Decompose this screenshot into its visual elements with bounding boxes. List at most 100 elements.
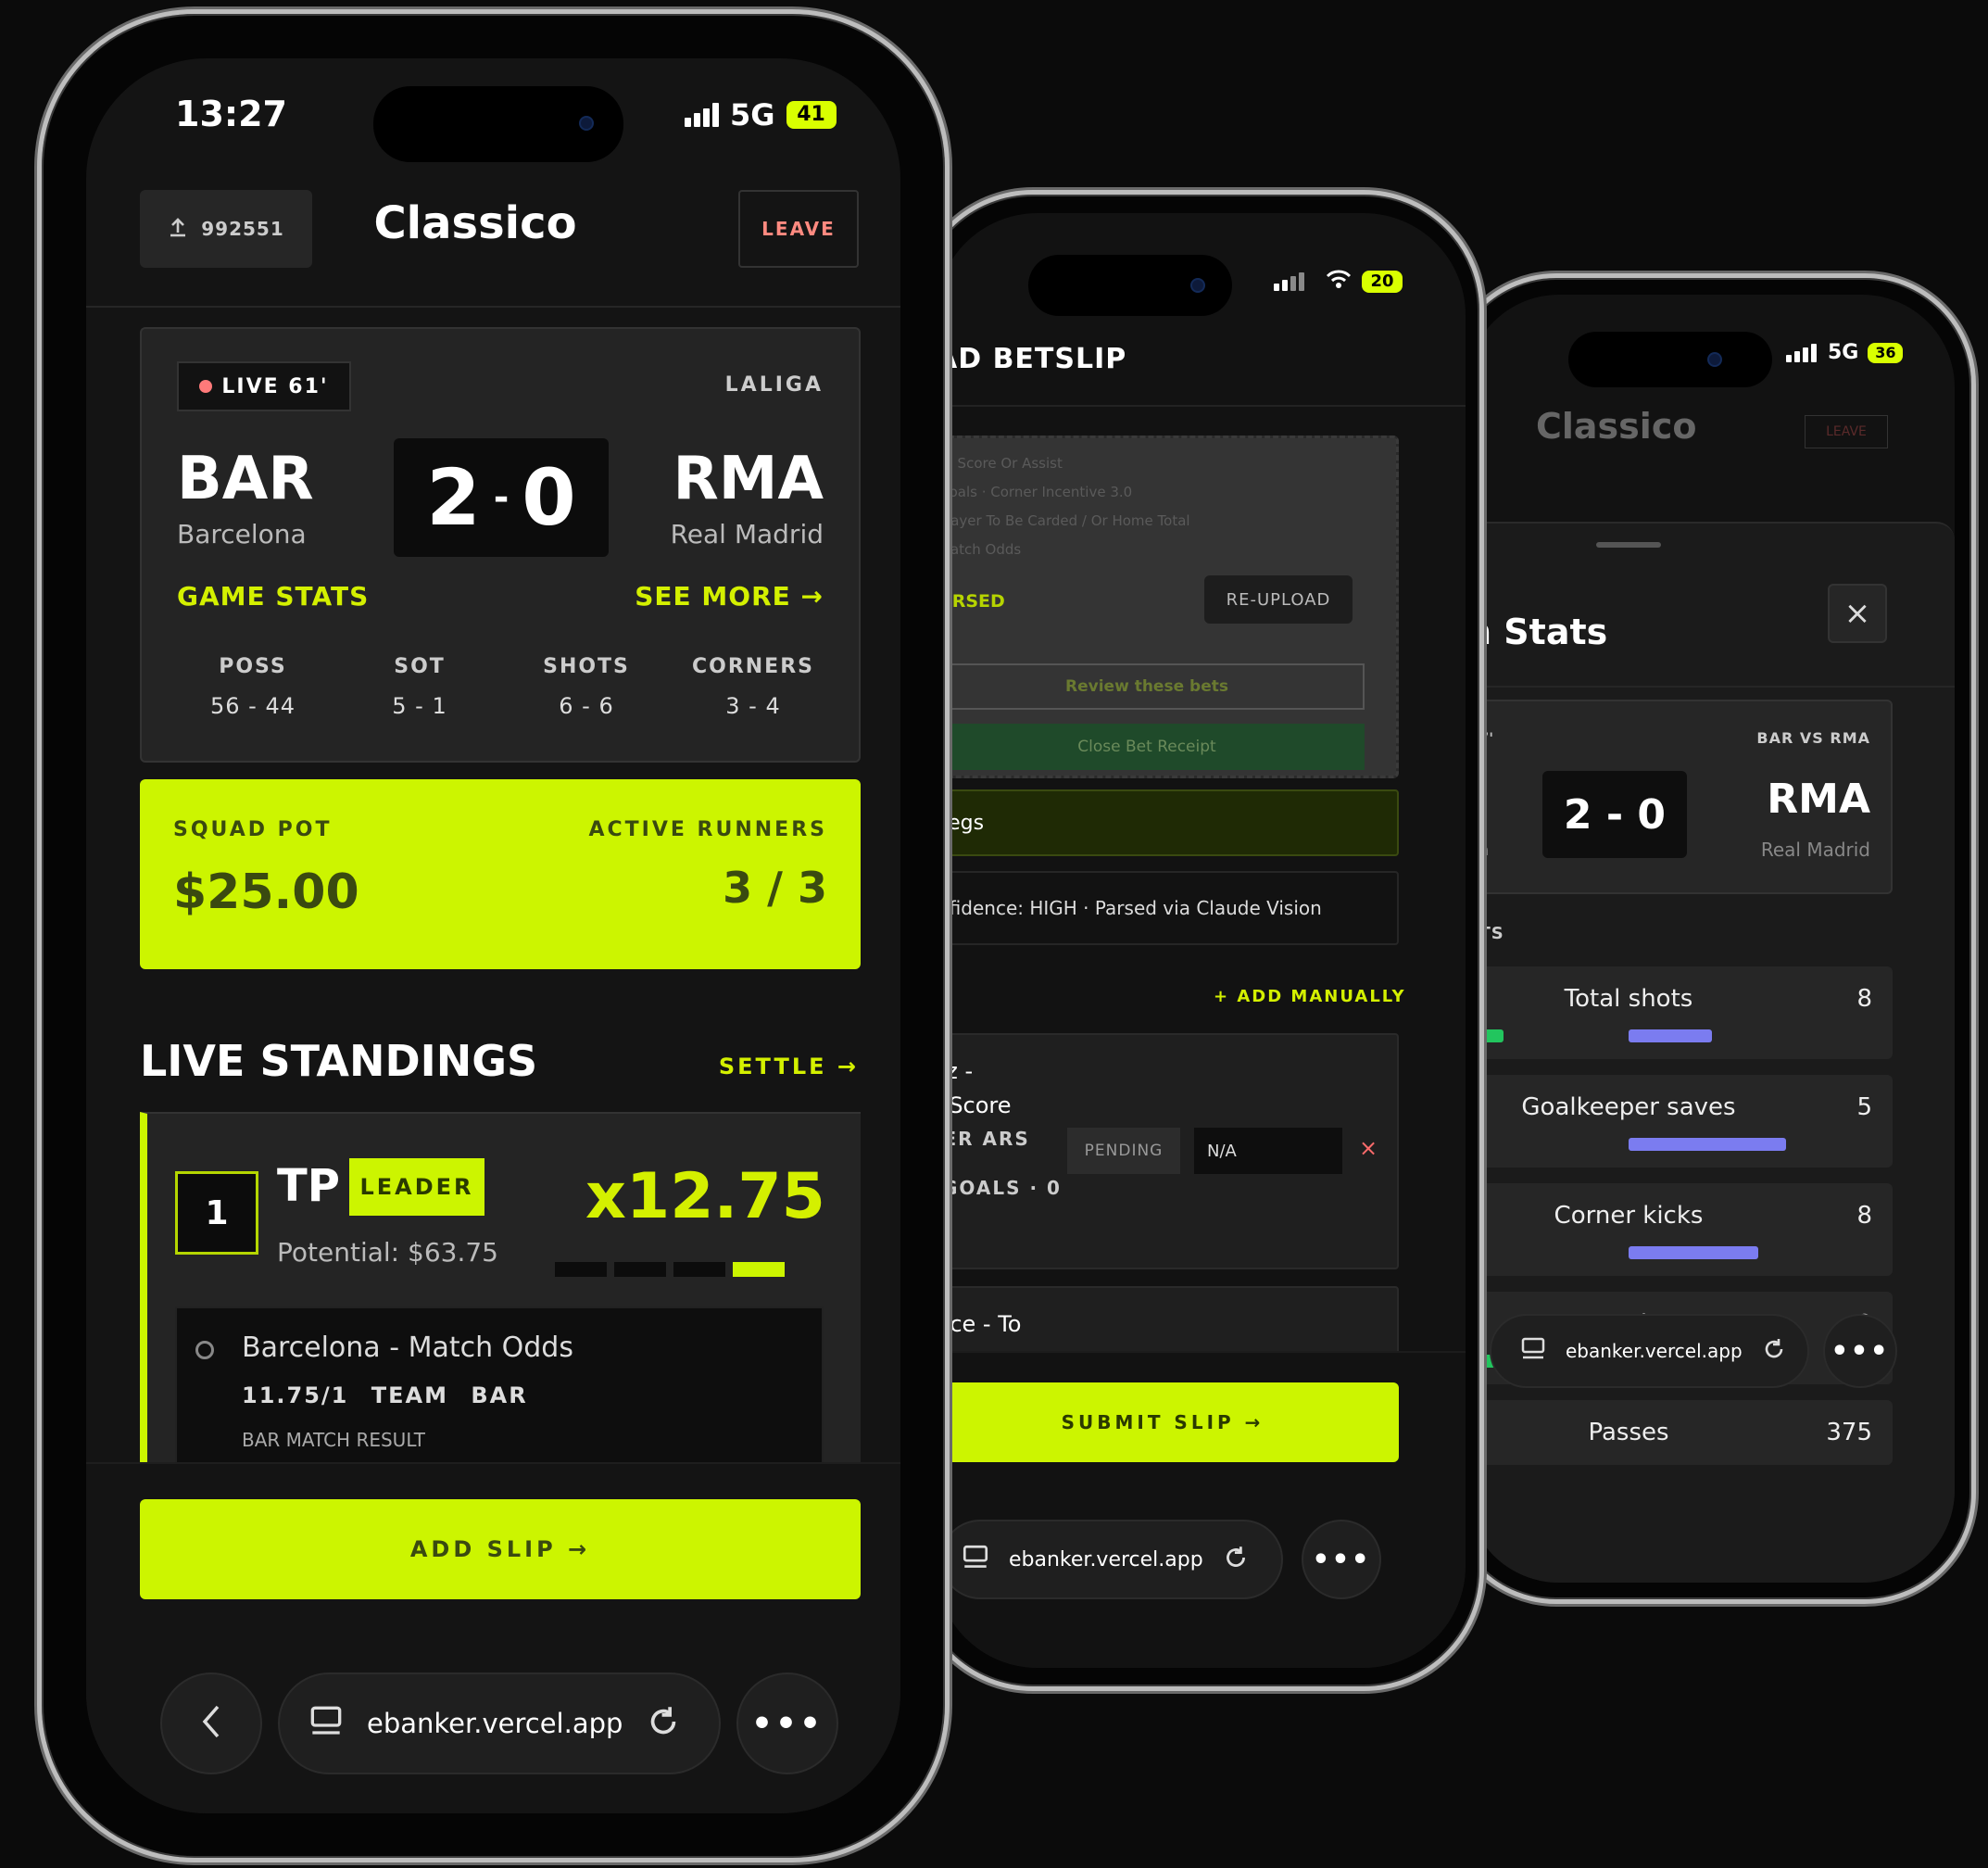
more-button[interactable]: •••: [736, 1672, 838, 1774]
tabs-icon: [308, 1703, 345, 1744]
live-dot-icon: [199, 380, 213, 393]
stat-label: SOT: [394, 655, 446, 678]
receipt-review-button: Review these bets: [936, 663, 1365, 710]
score-box: 2 - 0: [394, 438, 609, 557]
phone-stats-frame: 5G 36 Classico LEAVE n Stats × 87' BAR V…: [1445, 273, 1976, 1604]
phone-main-frame: 13:27 5G 41 992551 Classico LEAVE LIVE 6…: [37, 9, 950, 1862]
address-bar[interactable]: ebanker.vercel.app: [940, 1520, 1283, 1599]
network-label: 5G: [730, 97, 775, 133]
battery-icon: 20: [1362, 271, 1403, 293]
settle-link[interactable]: SETTLE →: [719, 1054, 859, 1079]
progress-segment: [673, 1262, 725, 1277]
stat-label: SHOTS: [543, 655, 630, 678]
reload-icon[interactable]: [1222, 1544, 1250, 1575]
stat-row: Total shots 8: [1466, 966, 1893, 1059]
submit-slip-button[interactable]: SUBMIT SLIP →: [936, 1382, 1399, 1462]
close-button[interactable]: ×: [1828, 584, 1887, 643]
squad-pot-value: $25.00: [173, 865, 359, 920]
status-time: 13:27: [175, 94, 287, 134]
leg-card: rtz - o Score YER ARS GOALS · 0 T PENDIN…: [936, 1033, 1399, 1269]
sheet-title-text: Stats: [1504, 612, 1608, 652]
league-label: LALIGA: [724, 373, 824, 397]
away-stat-bar: [1629, 1246, 1758, 1259]
stat-value: 5: [1856, 1093, 1872, 1121]
stat-value: 3 - 4: [725, 693, 781, 719]
bet-tag: TEAM: [371, 1382, 448, 1408]
reload-icon[interactable]: [645, 1703, 682, 1744]
more-button[interactable]: •••: [1302, 1520, 1381, 1599]
leg-result-input[interactable]: N/A: [1194, 1128, 1342, 1174]
active-runners-label: ACTIVE RUNNERS: [588, 818, 827, 841]
leg-line: GOALS · 0: [942, 1177, 1062, 1199]
phone-stats-screen: 5G 36 Classico LEAVE n Stats × 87' BAR V…: [1466, 295, 1955, 1583]
live-badge: LIVE 61': [177, 361, 351, 411]
progress-segment: [614, 1262, 666, 1277]
address-bar[interactable]: ebanker.vercel.app: [278, 1672, 721, 1774]
tabs-icon: [961, 1543, 990, 1576]
phone-betslip-screen: 20 AD BETSLIP To Score Or Assist Goals · …: [936, 213, 1466, 1668]
stat-column: SOT 5 - 1: [336, 655, 503, 719]
tabs-icon: [1519, 1335, 1547, 1367]
close-icon: ×: [1843, 595, 1871, 632]
more-icon: •••: [1831, 1334, 1890, 1368]
matchup-label: BAR VS RMA: [1756, 729, 1870, 747]
dynamic-island: [373, 86, 623, 162]
reload-icon[interactable]: [1761, 1336, 1787, 1366]
score-box: 2 - 0: [1542, 771, 1687, 858]
away-name: Real Madrid: [670, 519, 824, 549]
bg-leave-button: LEAVE: [1805, 415, 1888, 448]
score-separator: -: [493, 476, 510, 519]
stat-column: SHOTS 6 - 6: [503, 655, 670, 719]
game-stats-label: GAME STATS: [177, 581, 370, 612]
stat-label: Total shots: [1564, 985, 1693, 1013]
stat-value: 375: [1826, 1419, 1872, 1446]
away-score: 0: [522, 452, 576, 543]
remove-leg-icon[interactable]: ×: [1359, 1135, 1378, 1161]
address-bar[interactable]: ebanker.vercel.app: [1490, 1314, 1809, 1388]
more-button[interactable]: •••: [1823, 1314, 1897, 1388]
phone-main-screen: 13:27 5G 41 992551 Classico LEAVE LIVE 6…: [86, 58, 900, 1813]
add-manually-link[interactable]: + ADD MANUALLY: [1214, 987, 1404, 1006]
battery-icon: 36: [1868, 342, 1904, 363]
phone-betslip-frame: 20 AD BETSLIP To Score Or Assist Goals · …: [912, 190, 1484, 1691]
away-code: RMA: [1767, 776, 1870, 823]
home-score: 2: [426, 452, 481, 543]
potential-text: Potential: $63.75: [277, 1237, 498, 1268]
back-button[interactable]: [160, 1672, 262, 1774]
active-runners-value: 3 / 3: [723, 863, 827, 913]
stat-label: Goalkeeper saves: [1521, 1093, 1736, 1121]
away-code: RMA: [673, 445, 824, 513]
legs-bar: legs: [936, 789, 1399, 856]
reupload-button[interactable]: RE-UPLOAD: [1204, 575, 1353, 624]
url-text: ebanker.vercel.app: [1566, 1340, 1743, 1362]
receipt-line: Player To Be Carded / Or Home Total: [938, 512, 1190, 529]
multiplier: x12.75: [585, 1160, 825, 1233]
stat-label: POSS: [219, 655, 287, 678]
receipt-preview: To Score Or Assist Goals · Corner Incenti…: [936, 435, 1399, 778]
dynamic-island: [1028, 255, 1232, 316]
stat-row: Goalkeeper saves 5: [1466, 1075, 1893, 1168]
add-slip-button[interactable]: ADD SLIP →: [140, 1499, 861, 1599]
leave-button[interactable]: LEAVE: [738, 190, 859, 268]
page-title: AD BETSLIP: [936, 343, 1127, 375]
runner-name: TP: [277, 1160, 340, 1212]
room-code-button[interactable]: 992551: [140, 190, 312, 268]
match-card: 87' BAR VS RMA 3 na 2 - 0 RMA Real Madri…: [1466, 700, 1893, 894]
bet-title: Barcelona - Match Odds: [242, 1332, 573, 1364]
receipt-line: To Score Or Assist: [938, 455, 1063, 472]
share-icon: [168, 216, 188, 243]
stat-row: Passes 375: [1466, 1400, 1893, 1465]
bg-page-title: Classico: [1536, 406, 1697, 447]
see-more-link[interactable]: SEE MORE →: [635, 581, 824, 612]
signal-icon: [1786, 343, 1817, 362]
divider: [936, 405, 1466, 407]
confidence-box: nfidence: HIGH · Parsed via Claude Visio…: [936, 871, 1399, 945]
page-title: Classico: [373, 197, 577, 249]
stat-value: 6 - 6: [559, 693, 614, 719]
away-stat-bar: [1629, 1138, 1786, 1151]
signal-icon: [1274, 272, 1304, 291]
bet-status-icon: [195, 1341, 214, 1359]
squad-pot-label: SQUAD POT: [173, 818, 333, 841]
divider: [86, 306, 900, 308]
status-bar: 20: [1274, 269, 1403, 295]
